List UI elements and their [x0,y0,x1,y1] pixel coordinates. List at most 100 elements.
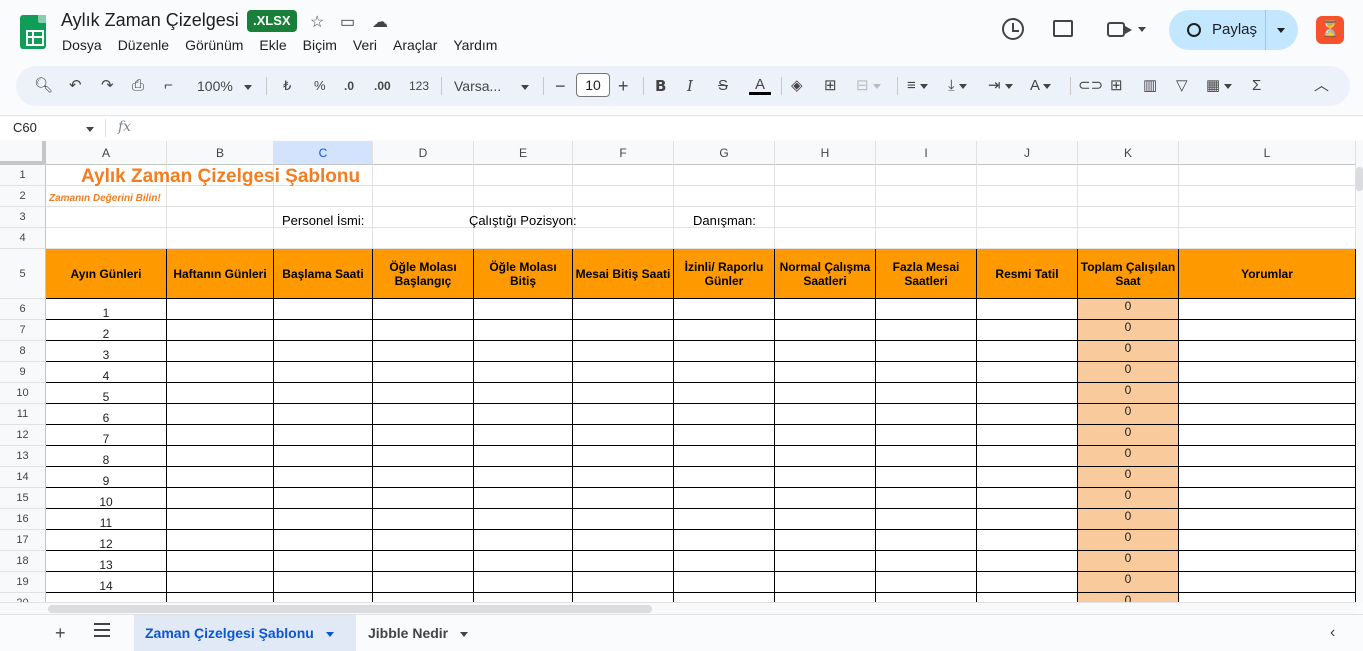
select-all-corner[interactable] [0,141,46,165]
grid-cell[interactable] [1078,165,1179,186]
day-cell[interactable]: 8 [46,446,167,467]
merge-cells-icon[interactable]: ⊟ [856,76,881,96]
column-header-i[interactable]: I [876,141,977,165]
grid-cell[interactable] [274,186,373,207]
table-cell[interactable] [977,509,1078,530]
table-cell[interactable] [167,467,274,488]
grid-cell[interactable] [674,165,775,186]
table-cell[interactable] [977,425,1078,446]
day-cell[interactable]: 14 [46,572,167,593]
table-cell[interactable] [167,509,274,530]
redo-icon[interactable]: ↷ [101,76,114,96]
total-hours-cell[interactable]: 0 [1078,530,1179,551]
table-cell[interactable] [474,530,573,551]
search-menus-icon[interactable]: 🔍︎ [34,76,53,96]
day-cell[interactable]: 6 [46,404,167,425]
table-header-cell[interactable]: İzinli/ Raporlu Günler [674,249,775,299]
table-cell[interactable] [775,467,876,488]
filter-icon[interactable]: ▽ [1176,76,1188,96]
grid-cell[interactable] [1179,165,1356,186]
table-cell[interactable] [674,488,775,509]
table-cell[interactable] [1179,320,1356,341]
tab-zaman-cizelgesi[interactable]: Zaman Çizelgesi Şablonu [134,615,356,651]
table-cell[interactable] [1179,530,1356,551]
table-cell[interactable] [373,551,474,572]
row-header-9[interactable]: 9 [0,362,46,383]
table-cell[interactable] [876,488,977,509]
table-cell[interactable] [775,509,876,530]
grid-cell[interactable] [775,186,876,207]
table-cell[interactable] [274,362,373,383]
row-header-16[interactable]: 16 [0,509,46,530]
paint-format-icon[interactable]: ⌐ [164,76,173,96]
table-cell[interactable] [373,383,474,404]
day-cell[interactable]: 9 [46,467,167,488]
table-cell[interactable] [373,425,474,446]
table-cell[interactable] [977,320,1078,341]
grid-cell[interactable] [775,228,876,249]
table-cell[interactable] [876,509,977,530]
row-header-5[interactable]: 5 [0,249,46,299]
grid-cell[interactable] [167,228,274,249]
horizontal-scrollbar[interactable] [0,602,1356,614]
table-cell[interactable] [977,467,1078,488]
table-cell[interactable] [373,509,474,530]
add-sheet-icon[interactable]: + [55,623,66,644]
table-cell[interactable] [674,425,775,446]
grid-cell[interactable] [876,228,977,249]
table-cell[interactable] [573,320,674,341]
table-header-cell[interactable]: Yorumlar [1179,249,1356,299]
meet-camera-icon[interactable] [1107,22,1132,37]
table-cell[interactable] [573,299,674,320]
grid-cell[interactable] [573,186,674,207]
table-header-cell[interactable]: Fazla Mesai Saatleri [876,249,977,299]
grid-cell[interactable] [274,228,373,249]
table-cell[interactable] [474,572,573,593]
increase-decimal-button[interactable]: .00 [374,76,391,96]
table-cell[interactable] [573,446,674,467]
grid-cell[interactable] [876,207,977,228]
table-cell[interactable] [373,488,474,509]
table-cell[interactable] [274,341,373,362]
grid-cell[interactable] [876,165,977,186]
table-cell[interactable] [274,320,373,341]
grid-cell[interactable] [1179,186,1356,207]
insert-chart-icon[interactable]: ▥ [1143,76,1157,96]
row-header-20[interactable]: 20 [0,593,46,602]
table-cell[interactable] [573,488,674,509]
total-hours-cell[interactable]: 0 [1078,467,1179,488]
grid-cell[interactable] [373,186,474,207]
day-cell[interactable]: 7 [46,425,167,446]
italic-icon[interactable]: I [687,76,693,96]
row-header-14[interactable]: 14 [0,467,46,488]
table-header-cell[interactable]: Haftanın Günleri [167,249,274,299]
table-cell[interactable] [373,446,474,467]
table-cell[interactable] [876,572,977,593]
table-cell[interactable] [474,404,573,425]
table-cell[interactable] [1179,362,1356,383]
table-cell[interactable] [775,446,876,467]
table-cell[interactable] [977,530,1078,551]
table-cell[interactable] [573,509,674,530]
grid-cell[interactable] [674,228,775,249]
horizontal-align-icon[interactable]: ≡ [907,76,928,96]
grid-cell[interactable] [775,207,876,228]
table-cell[interactable] [977,341,1078,362]
functions-icon[interactable]: Σ [1252,76,1261,96]
grid-cell[interactable] [474,165,573,186]
table-cell[interactable] [674,404,775,425]
table-cell[interactable] [876,593,977,602]
column-header-h[interactable]: H [775,141,876,165]
table-cell[interactable] [876,446,977,467]
table-cell[interactable] [1179,593,1356,602]
column-header-a[interactable]: A [46,141,167,165]
grid-cell[interactable] [977,165,1078,186]
table-cell[interactable] [274,593,373,602]
table-header-cell[interactable]: Toplam Çalışılan Saat [1078,249,1179,299]
table-cell[interactable] [274,572,373,593]
row-header-10[interactable]: 10 [0,383,46,404]
table-cell[interactable] [977,572,1078,593]
percent-format-button[interactable]: % [314,76,326,96]
table-cell[interactable] [373,341,474,362]
day-cell[interactable]: 2 [46,320,167,341]
